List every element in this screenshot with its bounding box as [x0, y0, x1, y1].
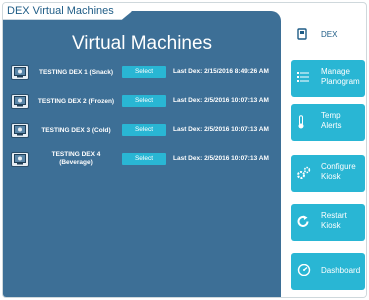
machine-icon	[11, 123, 29, 138]
machine-icon	[11, 152, 29, 167]
list-icon	[297, 71, 309, 85]
machine-row: TESTING DEX 2 (Frozen) Select Last Dex: …	[11, 93, 275, 111]
page-title: Virtual Machines	[71, 33, 213, 54]
dashboard-label: Dashboard	[321, 266, 361, 275]
sidebar: DEX Manage Planogram Temp Alerts Configu…	[284, 11, 366, 297]
machine-name: TESTING DEX 1 (Snack)	[38, 69, 114, 76]
dashboard-button[interactable]: Dashboard	[291, 253, 365, 290]
select-button[interactable]: Select	[122, 66, 166, 78]
thermometer-icon	[297, 115, 305, 131]
select-button[interactable]: Select	[122, 95, 166, 107]
last-dex-text: Last Dex: 2/5/2016 10:07:13 AM	[173, 126, 269, 133]
restart-kiosk-button[interactable]: Restart Kiosk	[291, 204, 365, 241]
machine-icon	[11, 65, 29, 80]
machine-name: TESTING DEX 2 (Frozen)	[37, 98, 115, 105]
dex-button[interactable]: DEX	[291, 17, 365, 54]
machine-row: TESTING DEX 4 (Beverage) Select Last Dex…	[11, 151, 275, 169]
last-dex-text: Last Dex: 2/15/2016 8:49:26 AM	[173, 68, 269, 75]
restart-kiosk-label: Restart Kiosk	[321, 211, 347, 230]
restart-icon	[297, 215, 310, 230]
app-frame: Virtual Machines TESTING DEX 1 (Snack) S…	[2, 2, 367, 298]
select-button[interactable]: Select	[122, 153, 166, 165]
dex-icon	[297, 28, 307, 42]
machine-icon	[11, 94, 29, 109]
select-button[interactable]: Select	[122, 124, 166, 136]
temp-alerts-label: Temp Alerts	[321, 111, 342, 130]
last-dex-text: Last Dex: 2/5/2016 10:07:13 AM	[173, 155, 269, 162]
machine-name: TESTING DEX 3 (Cold)	[41, 127, 111, 134]
machine-name: TESTING DEX 4 (Beverage)	[51, 151, 101, 166]
configure-kiosk-label: Configure Kiosk	[321, 162, 356, 181]
manage-planogram-label: Manage Planogram	[321, 67, 360, 86]
configure-kiosk-button[interactable]: Configure Kiosk	[291, 155, 365, 192]
breadcrumb[interactable]: DEX Virtual Machines	[3, 3, 132, 20]
gears-icon	[297, 166, 311, 181]
machine-row: TESTING DEX 3 (Cold) Select Last Dex: 2/…	[11, 122, 275, 140]
machine-row: TESTING DEX 1 (Snack) Select Last Dex: 2…	[11, 64, 275, 82]
main-panel: Virtual Machines TESTING DEX 1 (Snack) S…	[3, 11, 281, 297]
last-dex-text: Last Dex: 2/5/2016 10:07:13 AM	[173, 97, 269, 104]
gauge-icon	[297, 263, 311, 278]
manage-planogram-button[interactable]: Manage Planogram	[291, 60, 365, 97]
dex-label: DEX	[321, 30, 338, 39]
temp-alerts-button[interactable]: Temp Alerts	[291, 104, 365, 141]
